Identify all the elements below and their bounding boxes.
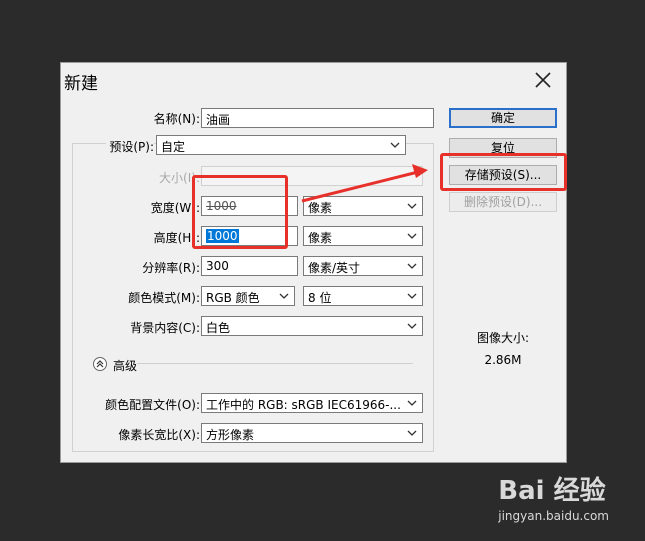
watermark-url: jingyan.baidu.com (498, 509, 609, 523)
watermark-logo: Bai 经验 (498, 476, 606, 506)
watermark: Bai 经验 jingyan.baidu.com (498, 470, 609, 523)
annotation-arrow-icon (301, 164, 428, 203)
